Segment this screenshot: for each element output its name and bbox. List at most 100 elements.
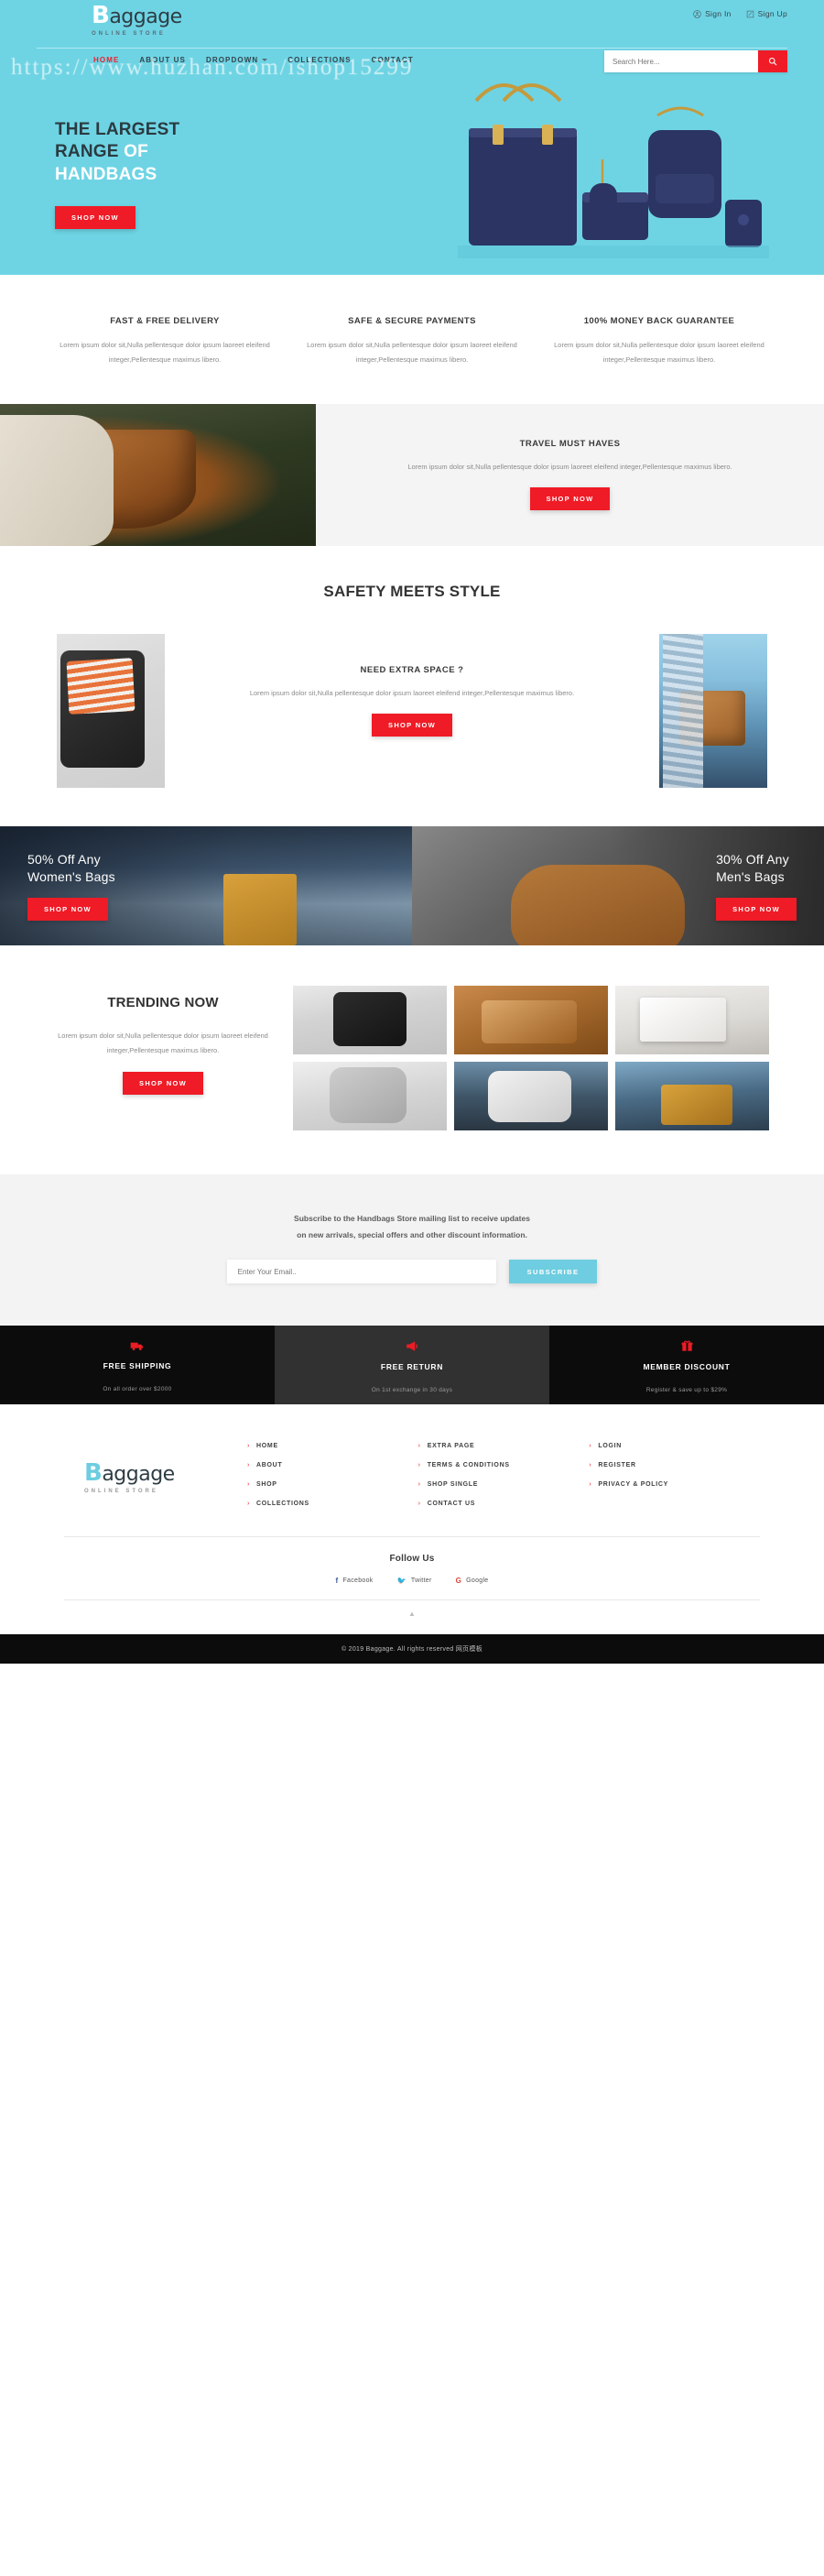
travel-body: Lorem ipsum dolor sit,Nulla pellentesque… [407, 463, 732, 472]
chevron-right-icon: › [589, 1462, 592, 1469]
back-to-top-button[interactable]: ▲ [64, 1600, 760, 1634]
travel-shop-now-button[interactable]: SHOP NOW [529, 487, 611, 511]
footer-link-login[interactable]: › LOGIN [589, 1443, 760, 1449]
footer-link-label: TERMS & CONDITIONS [427, 1462, 510, 1469]
footer-link-label: COLLECTIONS [256, 1501, 309, 1508]
promo-copy: 30% Off Any Men's Bags SHOP NOW [716, 851, 797, 921]
social-link-twitter[interactable]: 🐦 Twitter [397, 1577, 432, 1585]
woman-with-bag-photo [659, 633, 767, 788]
trending-now-section: TRENDING NOW Lorem ipsum dolor sit,Nulla… [0, 944, 824, 1174]
trending-product-card[interactable] [293, 1061, 447, 1130]
footer-logo-tagline: ONLINE STORE [84, 1489, 158, 1495]
header-divider [37, 48, 787, 49]
sign-in-label: Sign In [705, 9, 732, 18]
promo-mens-shop-now-button[interactable]: SHOP NOW [716, 897, 797, 921]
feature-fast-free-delivery: FAST & FREE DELIVERY Lorem ipsum dolor s… [46, 315, 284, 367]
footer-link-shop[interactable]: › SHOP [247, 1481, 418, 1488]
trending-product-card[interactable] [454, 985, 608, 1054]
hero-section: Baggage ONLINE STORE Sign In Sign Up HOM… [0, 0, 824, 275]
sign-up-label: Sign Up [757, 9, 787, 18]
footer-column-2: › EXTRA PAGE › TERMS & CONDITIONS › SHOP SI… [418, 1443, 590, 1520]
footer: Baggage ONLINE STORE › HOME › ABOUT › SHOP … [0, 1404, 824, 1635]
trending-product-card[interactable] [293, 985, 447, 1054]
service-member-discount: MEMBER DISCOUNT Register & save up to $2… [549, 1326, 824, 1405]
footer-link-shop-single[interactable]: › SHOP SINGLE [418, 1481, 590, 1488]
logo-initial: B [92, 2, 110, 29]
footer-logo[interactable]: Baggage ONLINE STORE [64, 1437, 247, 1494]
promo-banners-section: 50% Off Any Women's Bags SHOP NOW 30% Off… [0, 825, 824, 945]
footer-link-terms-conditions[interactable]: › TERMS & CONDITIONS [418, 1462, 590, 1468]
gift-icon [549, 1340, 824, 1354]
safety-shop-now-button[interactable]: SHOP NOW [372, 713, 452, 737]
sign-in-link[interactable]: Sign In [693, 9, 732, 18]
hero-line-3: HANDBAGS [55, 164, 157, 184]
footer-link-label: PRIVACY & POLICY [598, 1481, 669, 1489]
trending-shop-now-button[interactable]: SHOP NOW [123, 1072, 203, 1096]
hero-headline: THE LARGEST RANGE OF HANDBAGS [55, 119, 179, 186]
promo-line-2: Men's Bags [716, 868, 785, 884]
feature-body: Lorem ipsum dolor sit,Nulla pellentesque… [307, 341, 517, 364]
safety-meets-style-section: SAFETY MEETS STYLE NEED EXTRA SPACE ? Lo… [0, 545, 824, 826]
social-label: Facebook [342, 1577, 374, 1585]
trending-product-card[interactable] [454, 1061, 608, 1130]
service-subtitle: On all order over $2000 [103, 1386, 172, 1393]
newsletter-line-1: Subscribe to the Handbags Store mailing … [294, 1213, 530, 1223]
footer-link-about[interactable]: › ABOUT [247, 1462, 418, 1468]
promo-womens-bags[interactable]: 50% Off Any Women's Bags SHOP NOW [0, 825, 412, 945]
service-subtitle: Register & save up to $29% [645, 1387, 728, 1394]
logo-wordmark: Baggage [92, 4, 182, 27]
service-title: MEMBER DISCOUNT [643, 1362, 731, 1372]
footer-top: Baggage ONLINE STORE › HOME › ABOUT › SHOP … [64, 1437, 760, 1520]
sign-up-link[interactable]: Sign Up [746, 9, 787, 18]
site-logo[interactable]: Baggage ONLINE STORE [92, 4, 182, 37]
topbar: Baggage ONLINE STORE Sign In Sign Up [37, 0, 787, 42]
truck-icon [0, 1340, 275, 1353]
social-link-google[interactable]: G Google [456, 1577, 489, 1585]
footer-link-label: EXTRA PAGE [427, 1443, 475, 1450]
chevron-right-icon: › [417, 1462, 421, 1469]
email-input[interactable] [226, 1260, 496, 1284]
feature-body: Lorem ipsum dolor sit,Nulla pellentesque… [60, 341, 270, 364]
footer-link-label: SHOP [256, 1481, 277, 1489]
service-free-return: FREE RETURN On 1st exchange in 30 days [275, 1326, 549, 1405]
account-links: Sign In Sign Up [693, 9, 787, 18]
promo-womens-shop-now-button[interactable]: SHOP NOW [27, 897, 108, 921]
newsletter-line-2: on new arrivals, special offers and othe… [297, 1229, 527, 1239]
footer-link-home[interactable]: › HOME [247, 1443, 418, 1449]
social-link-facebook[interactable]: f Facebook [335, 1577, 373, 1585]
subscribe-button[interactable]: SUBSCRIBE [508, 1260, 598, 1284]
footer-logo-rest: aggage [102, 1463, 175, 1487]
footer-link-label: HOME [256, 1443, 278, 1450]
footer-link-label: ABOUT [256, 1462, 283, 1469]
hero-shop-now-button[interactable]: SHOP NOW [55, 205, 136, 229]
follow-us-section: Follow Us f Facebook 🐦 Twitter G Google [64, 1537, 760, 1599]
footer-link-privacy-policy[interactable]: › PRIVACY & POLICY [589, 1481, 760, 1488]
trending-product-grid [293, 985, 769, 1130]
logo-tagline: ONLINE STORE [92, 31, 166, 37]
trending-body: Lorem ipsum dolor sit,Nulla pellentesque… [58, 1031, 268, 1054]
chevron-right-icon: › [247, 1501, 251, 1508]
feature-safe-secure-payments: SAFE & SECURE PAYMENTS Lorem ipsum dolor… [293, 315, 531, 367]
feature-money-back-guarantee: 100% MONEY BACK GUARANTEE Lorem ipsum do… [540, 315, 778, 367]
edit-icon [746, 10, 754, 18]
trending-product-card[interactable] [615, 985, 769, 1054]
hero-copy: THE LARGEST RANGE OF HANDBAGS SHOP NOW [55, 119, 179, 229]
promo-headline: 50% Off Any Women's Bags [27, 851, 115, 886]
promo-copy: 50% Off Any Women's Bags SHOP NOW [27, 851, 115, 921]
copyright-bar: © 2019 Baggage. All rights reserved 网页模板 [0, 1634, 824, 1665]
footer-link-label: SHOP SINGLE [427, 1481, 479, 1489]
promo-mens-bags[interactable]: 30% Off Any Men's Bags SHOP NOW [412, 825, 824, 945]
footer-link-extra-page[interactable]: › EXTRA PAGE [418, 1443, 590, 1449]
user-icon [693, 9, 701, 18]
footer-link-contact-us[interactable]: › CONTACT US [418, 1501, 590, 1507]
chevron-right-icon: › [589, 1481, 592, 1489]
footer-link-collections[interactable]: › COLLECTIONS [247, 1501, 418, 1507]
feature-title: FAST & FREE DELIVERY [110, 316, 220, 326]
logo-rest: aggage [109, 5, 182, 28]
footer-link-label: REGISTER [598, 1462, 636, 1469]
trending-product-card[interactable] [615, 1061, 769, 1130]
hero-line-1: THE LARGEST [55, 120, 180, 139]
promo-headline: 30% Off Any Men's Bags [716, 851, 797, 886]
footer-link-register[interactable]: › REGISTER [589, 1462, 760, 1468]
hero-bags-illustration [366, 64, 787, 275]
